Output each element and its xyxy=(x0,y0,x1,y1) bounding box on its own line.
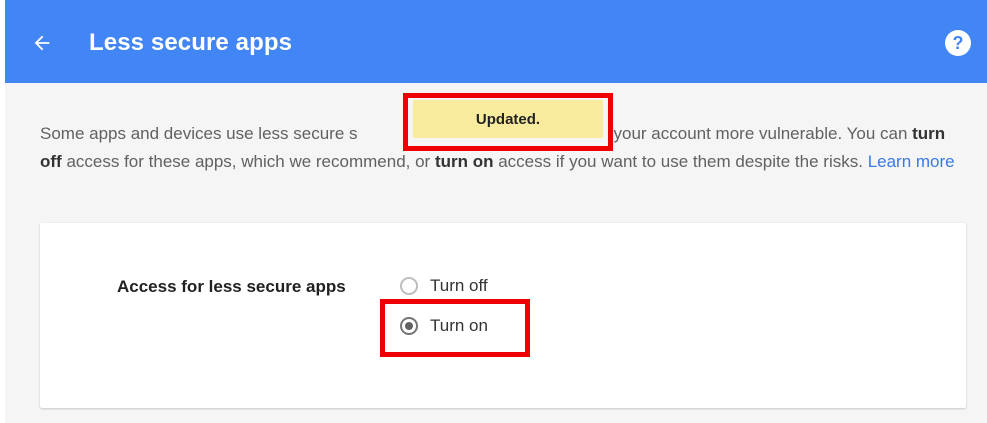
description-part: Some apps and devices use less secure s xyxy=(40,124,358,143)
back-button[interactable] xyxy=(27,28,57,58)
turn-on-highlight xyxy=(380,299,530,357)
description-part: access if you want to use them despite t… xyxy=(493,152,868,171)
setting-label: Access for less secure apps xyxy=(117,277,346,296)
help-icon: ? xyxy=(952,33,964,53)
settings-card: Access for less secure apps Turn off Tur… xyxy=(40,223,966,408)
toast-highlight: Updated. xyxy=(403,93,613,151)
arrow-left-icon xyxy=(34,35,50,51)
main-content: Some apps and devices use less secure sx… xyxy=(5,83,987,423)
app-header: Less secure apps ? xyxy=(5,0,987,83)
radio-off-label: Turn off xyxy=(430,276,488,295)
help-button[interactable]: ? xyxy=(945,30,971,56)
radio-off-circle[interactable] xyxy=(400,277,418,295)
page: Less secure apps ? Some apps and devices… xyxy=(0,0,987,423)
turn-on-emphasis: turn on xyxy=(434,152,494,171)
page-title: Less secure apps xyxy=(89,29,293,56)
description-part: access for these apps, which we recommen… xyxy=(61,152,435,171)
learn-more-link[interactable]: Learn more xyxy=(868,152,955,171)
updated-toast: Updated. xyxy=(413,100,603,138)
radio-turn-off[interactable]: Turn off xyxy=(400,274,488,298)
